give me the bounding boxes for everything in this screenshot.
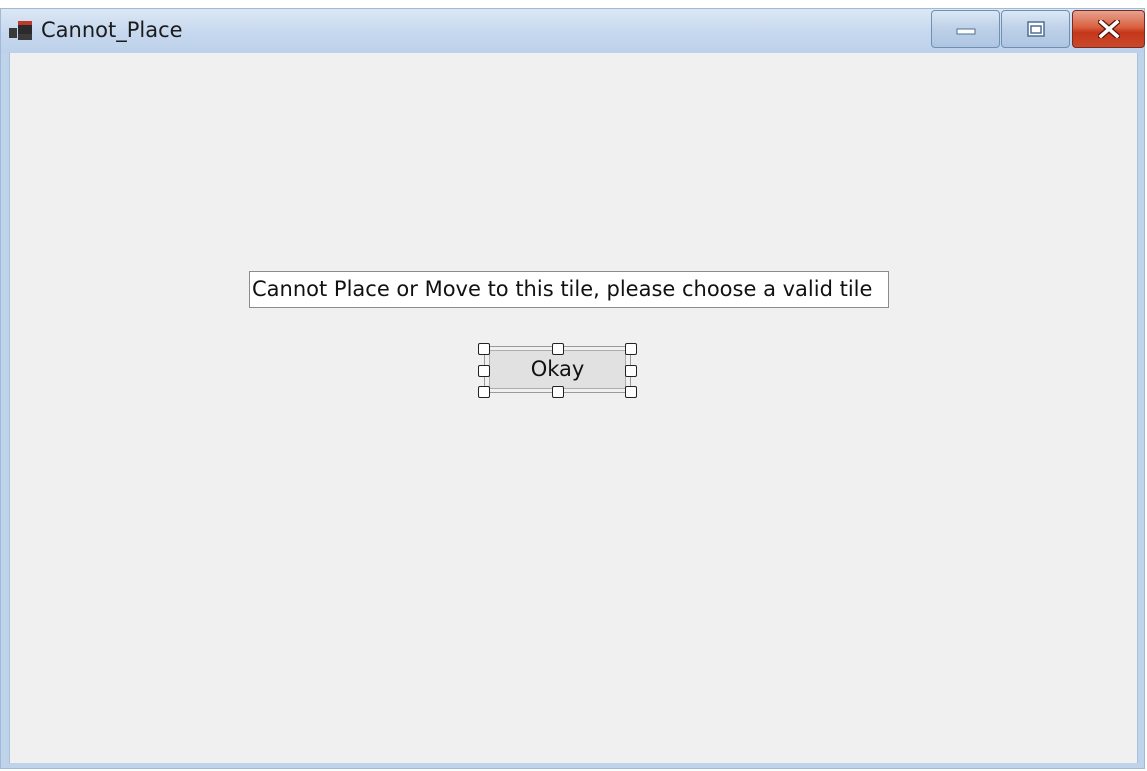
message-label: Cannot Place or Move to this tile, pleas… [249,271,889,308]
maximize-button[interactable] [1001,10,1070,48]
form-client-area: Cannot Place or Move to this tile, pleas… [9,53,1138,763]
resize-handle-top-left[interactable] [478,343,490,355]
resize-handle-bottom-left[interactable] [478,386,490,398]
okay-button-selection: Okay [478,343,637,398]
resize-handle-top-right[interactable] [625,343,637,355]
resize-handle-right[interactable] [625,365,637,377]
title-bar[interactable]: Cannot_Place [1,9,1145,53]
resize-handle-bottom-right[interactable] [625,386,637,398]
minimize-icon [956,28,975,35]
window-title: Cannot_Place [41,18,183,42]
form-window: Cannot_Place Cannot Place or Move to thi… [0,8,1145,769]
resize-handle-bottom[interactable] [552,386,564,398]
resize-handle-left[interactable] [478,365,490,377]
close-button[interactable] [1072,10,1145,48]
minimize-button[interactable] [931,10,1000,48]
close-icon [1097,20,1120,38]
app-window-icon [9,20,33,42]
okay-button[interactable]: Okay [489,350,626,389]
maximize-icon [1026,21,1045,37]
resize-handle-top[interactable] [552,343,564,355]
